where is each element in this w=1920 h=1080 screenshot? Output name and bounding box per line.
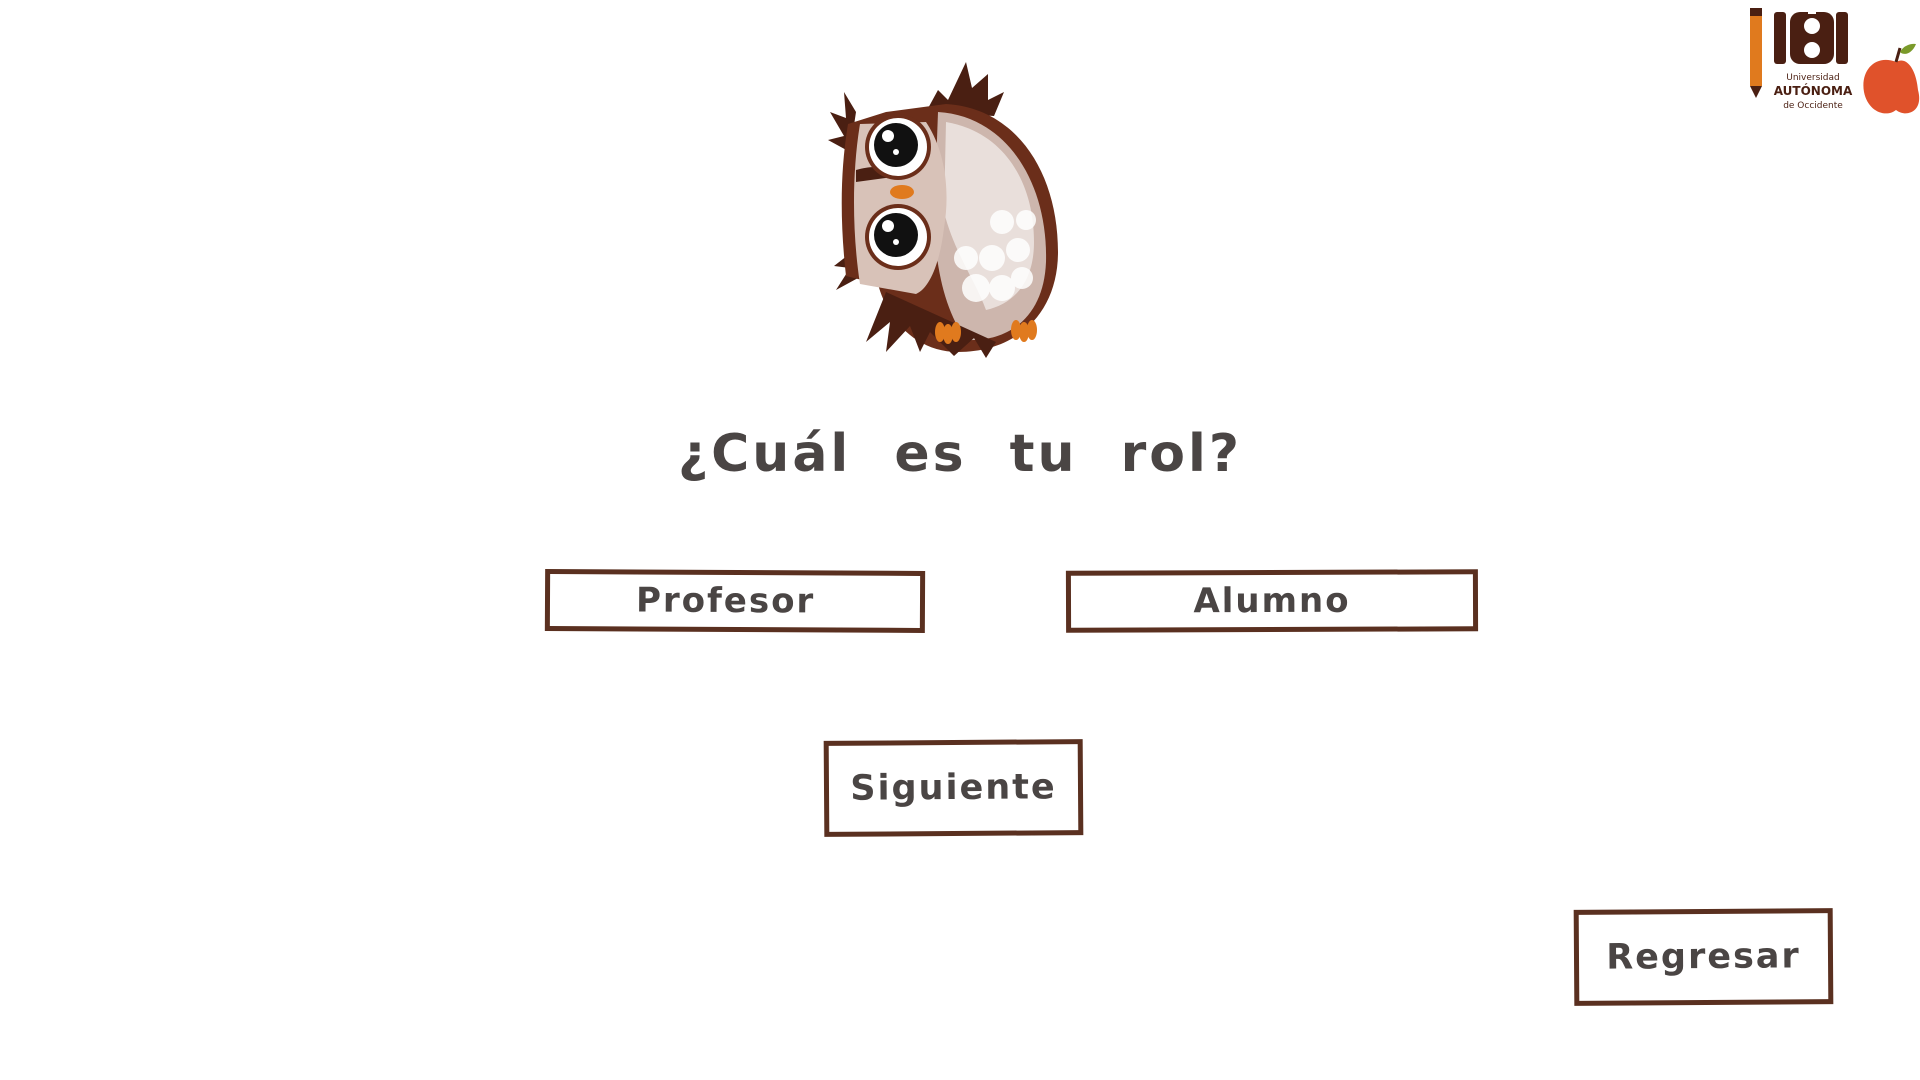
- svg-text:de Occidente: de Occidente: [1783, 101, 1843, 111]
- svg-text:AUTÓNOMA: AUTÓNOMA: [1774, 83, 1853, 98]
- role-profesor-button[interactable]: Profesor: [544, 569, 926, 633]
- role-alumno-button[interactable]: Alumno: [1065, 569, 1479, 633]
- role-question-title: ¿Cuál es tu rol?: [677, 424, 1243, 484]
- owl-mascot-icon: [828, 62, 1058, 358]
- university-logo: Universidad AUTÓNOMA de Occidente: [1750, 6, 1920, 114]
- svg-text:Universidad: Universidad: [1786, 73, 1840, 83]
- next-button[interactable]: Siguiente: [823, 739, 1084, 837]
- back-button[interactable]: Regresar: [1573, 908, 1834, 1006]
- role-selection-screen: Universidad AUTÓNOMA de Occidente ¿Cuál …: [0, 0, 1920, 1080]
